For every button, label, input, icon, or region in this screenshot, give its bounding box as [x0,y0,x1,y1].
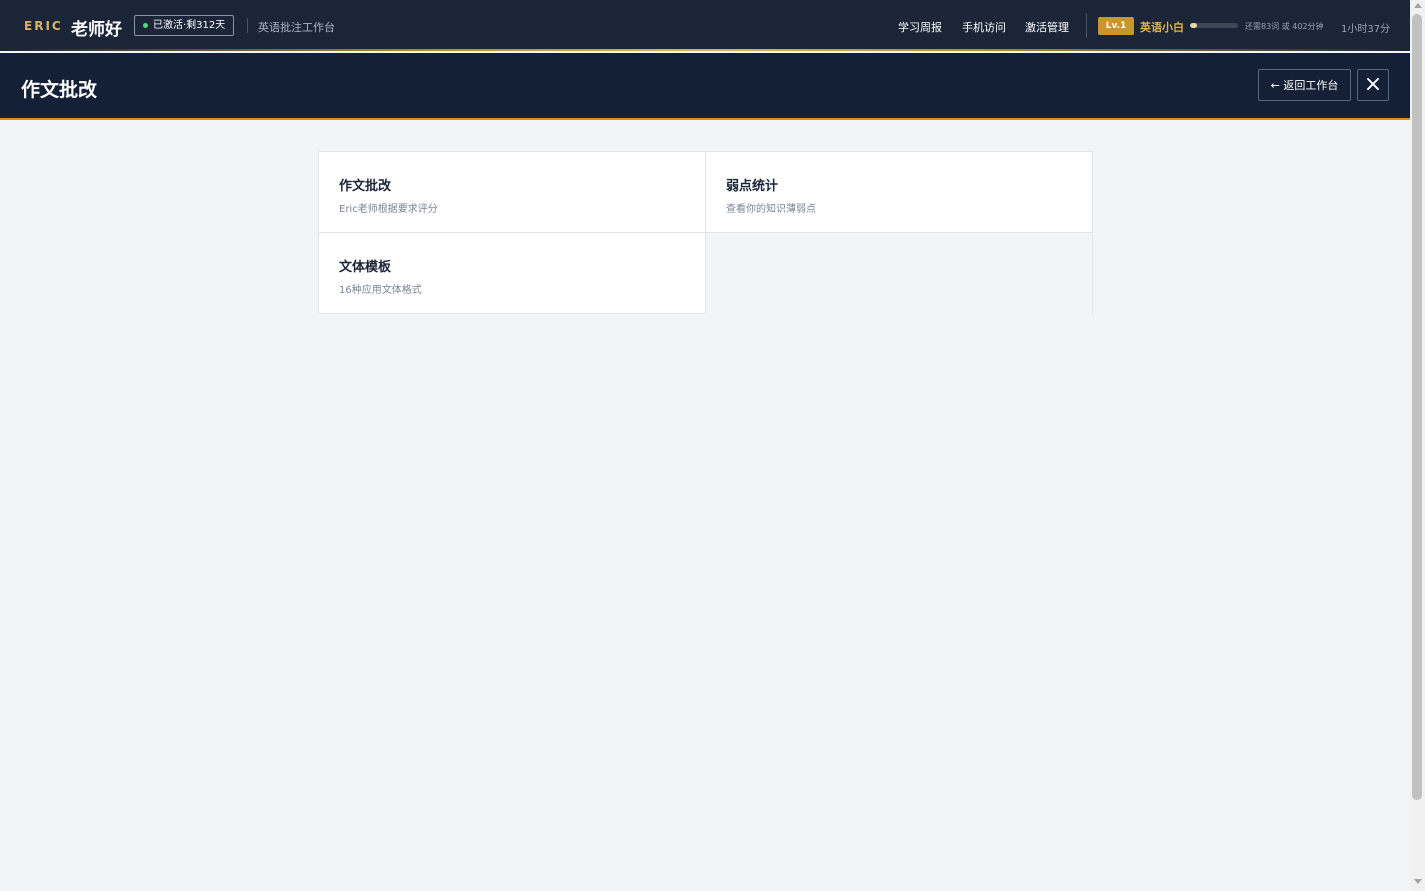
nav-link-activation-manage[interactable]: 激活管理 [1025,19,1069,35]
card-style-templates[interactable]: 文体模板 16种应用文体格式 [318,232,706,314]
page-header: 作文批改 ← 返回工作台 × [0,53,1410,120]
level-name: 英语小白 [1140,21,1184,34]
brand-logo-cn: 老师好 [71,20,122,40]
xp-progress-bar [1190,23,1238,28]
nav-divider [247,18,248,33]
card-title: 弱点统计 [726,179,779,194]
study-time: 1小时37分 [1341,24,1391,35]
close-icon[interactable]: × [1357,69,1389,101]
activation-status-text: 已激活·剩312天 [153,20,226,31]
card-description: 查看你的知识薄弱点 [726,204,816,215]
scroll-down-arrow-icon[interactable] [1414,879,1422,884]
page-title: 作文批改 [21,79,98,101]
vertical-scrollbar[interactable] [1410,0,1425,891]
scroll-thumb[interactable] [1412,14,1422,800]
nav-divider [1086,13,1087,38]
card-description: Eric老师根据要求评分 [339,204,438,215]
card-description: 16种应用文体格式 [339,285,422,296]
empty-grid-cell [705,232,1093,314]
card-weakness-stats[interactable]: 弱点统计 查看你的知识薄弱点 [705,151,1093,233]
top-nav-bar: ERIC 老师好 已激活·剩312天 英语批注工作台 学习周报 手机访问 激活管… [0,0,1410,51]
nav-link-weekly-report[interactable]: 学习周报 [898,19,942,35]
level-badge: Lv.1 [1098,17,1134,35]
feature-card-grid: 作文批改 Eric老师根据要求评分 弱点统计 查看你的知识薄弱点 文体模板 16… [318,151,1094,315]
back-to-workspace-button[interactable]: ← 返回工作台 [1258,69,1351,101]
scroll-up-arrow-icon[interactable] [1414,3,1422,8]
card-title: 文体模板 [339,260,392,275]
activation-status-badge: 已激活·剩312天 [134,15,235,36]
xp-remaining-text: 还需83词 或 402分钟 [1245,22,1324,31]
nav-link-mobile-access[interactable]: 手机访问 [962,19,1006,35]
card-title: 作文批改 [339,179,392,194]
card-essay-grading[interactable]: 作文批改 Eric老师根据要求评分 [318,151,706,233]
active-dot-icon [143,23,148,28]
nav-accent-line [0,49,1410,51]
workspace-subtitle: 英语批注工作台 [258,21,335,34]
brand-logo-en: ERIC [24,19,63,33]
xp-progress-fill [1190,23,1198,28]
